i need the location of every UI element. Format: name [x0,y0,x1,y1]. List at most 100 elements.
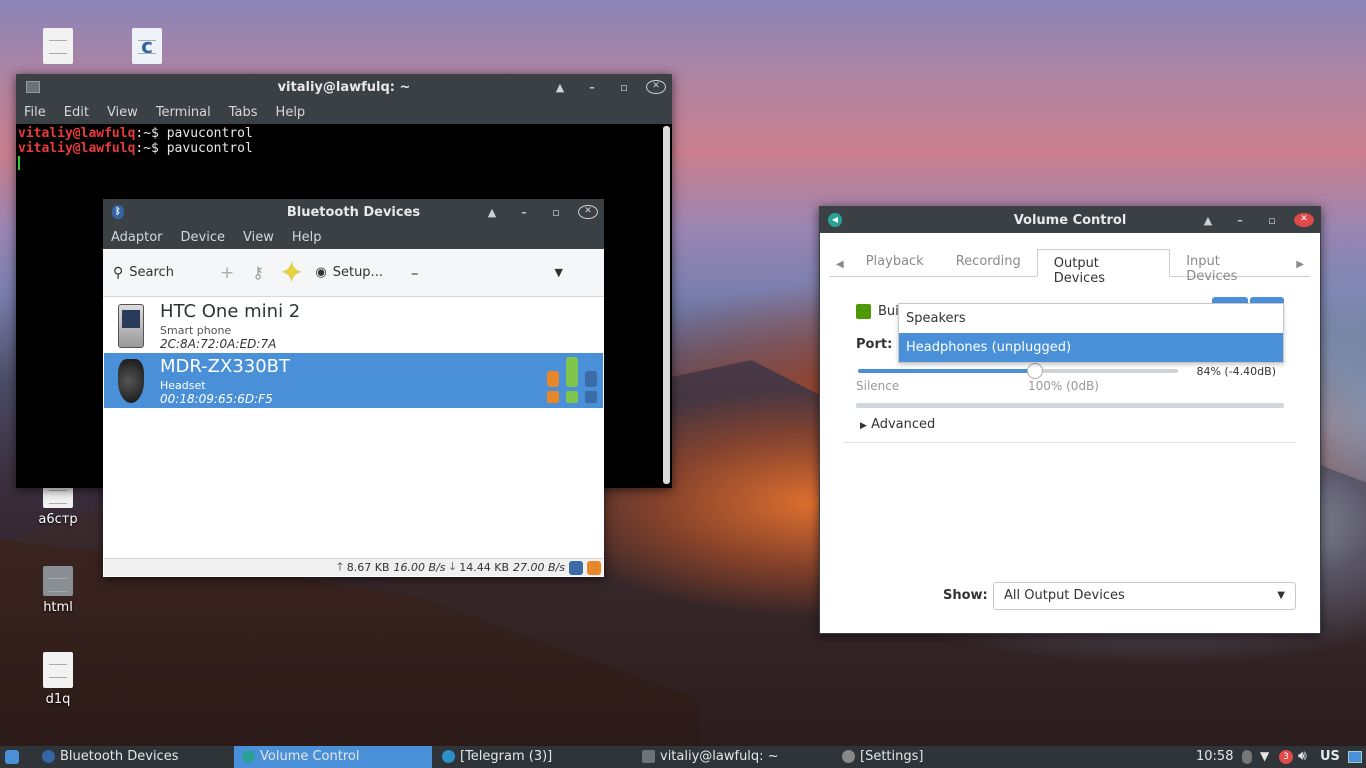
close-icon[interactable]: ✕ [646,80,666,94]
menu-help[interactable]: Help [292,230,322,245]
clock[interactable]: 10:58 [1196,749,1233,764]
port-option-speakers[interactable]: Speakers [899,304,1283,333]
device-row-selected[interactable]: MDR-ZX330BT Headset 00:18:09:65:6D:F5 [104,353,603,408]
volume-titlebar[interactable]: ◀ Volume Control ▲ – ▫ ✕ [820,207,1320,233]
peak-meter [856,403,1284,408]
menu-tabs[interactable]: Tabs [229,105,258,120]
menu-device[interactable]: Device [181,230,225,245]
download-arrow-icon: 🡓 [449,560,456,573]
gear-icon [842,750,855,763]
device-row[interactable]: HTC One mini 2 Smart phone 2C:8A:72:0A:E… [104,298,603,353]
taskbar-item-volume-control[interactable]: Volume Control [234,746,432,768]
key-icon[interactable]: ⚷ [252,263,264,282]
remove-icon[interactable]: – [411,264,419,282]
menu-file[interactable]: File [24,105,46,120]
dropdown-arrow-icon[interactable]: ▼ [554,266,562,279]
telegram-icon [442,750,455,763]
keyboard-layout[interactable]: US [1320,749,1340,764]
tab-recording[interactable]: Recording [940,248,1037,276]
maximize-icon[interactable]: ▫ [614,81,634,94]
telegram-badge[interactable]: 3 [1279,750,1293,764]
show-dropdown[interactable]: All Output Devices ▼ [993,582,1296,610]
taskbar: Bluetooth Devices Volume Control [Telegr… [0,746,1366,768]
headset-icon [118,359,144,403]
taskbar-item-telegram[interactable]: [Telegram (3)] [434,746,632,768]
adapter-icon[interactable] [569,560,583,575]
desktop-icon-file[interactable] [23,28,93,68]
menu-view[interactable]: View [107,105,138,120]
volume-tabs: ◀ Playback Recording Output Devices Inpu… [830,248,1310,286]
taskbar-item-settings[interactable]: [Settings] [834,746,1032,768]
upload-total: 8.67 KB [346,561,390,574]
network-tray-icon[interactable]: ▼ [1260,749,1269,763]
volume-slider[interactable] [858,363,1178,379]
device-address: 00:18:09:65:6D:F5 [160,392,273,406]
port-label: Port: [856,337,893,352]
bluetooth-window[interactable]: ᛒ Bluetooth Devices ▲ – ▫ ✕ Adaptor Devi… [103,199,604,577]
maximize-icon[interactable]: ▫ [546,206,566,219]
terminal-scrollbar[interactable] [663,126,670,484]
minimize-icon[interactable]: – [1230,214,1250,227]
desktop-icon-label: a6cтp [38,512,78,527]
terminal-titlebar[interactable]: vitaliy@lawfulq: ~ ▲ – ▫ ✕ [16,74,672,100]
close-icon[interactable]: ✕ [1294,213,1314,227]
terminal-cursor [18,156,20,170]
desktop-icon-html-folder[interactable]: html [23,566,93,615]
eye-icon: ◉ [315,265,327,280]
desktop-icon-c-source[interactable]: c [112,28,182,68]
tab-playback[interactable]: Playback [850,248,940,276]
maximize-icon[interactable]: ▫ [1262,214,1282,227]
show-desktop-button[interactable] [1348,751,1362,763]
dropdown-arrow-icon: ▼ [1277,590,1285,601]
scale-silence: Silence [856,379,900,393]
device-type: Headset [160,379,206,392]
tab-scroll-right-icon[interactable]: ▶ [1290,253,1310,276]
menu-adaptor[interactable]: Adaptor [111,230,163,245]
volume-slider-handle[interactable] [1027,363,1043,379]
bluetooth-statusbar: 🡑 8.67 KB 16.00 B/s 🡓 14.44 KB 27.00 B/s [104,558,603,576]
terminal-menubar: File Edit View Terminal Tabs Help [16,100,672,124]
show-label: Show: [943,588,988,603]
minimize-icon[interactable]: – [582,81,602,94]
volume-tray-icon[interactable]: 🔊︎ [1298,748,1307,764]
device-name: HTC One mini 2 [160,301,301,322]
terminal-line: vitaliy@lawfulq:~$ pavucontrol [18,126,253,141]
star-icon[interactable]: ✦ [280,256,303,289]
device-icon [856,304,871,319]
shade-icon[interactable]: ▲ [482,206,502,219]
menu-edit[interactable]: Edit [64,105,89,120]
desktop-icon-d1q[interactable]: d1q [23,652,93,707]
taskbar-item-terminal[interactable]: vitaliy@lawfulq: ~ [634,746,832,768]
volume-readout: 84% (-4.40dB) [1196,365,1276,378]
taskbar-item-bluetooth[interactable]: Bluetooth Devices [34,746,232,768]
menu-terminal[interactable]: Terminal [156,105,211,120]
terminal-icon [642,750,655,763]
search-button[interactable]: ⚲ Search [113,265,174,281]
port-dropdown-menu[interactable]: Speakers Headphones (unplugged) [898,303,1284,363]
upload-rate: 16.00 B/s [393,561,446,574]
shade-icon[interactable]: ▲ [550,81,570,94]
volume-control-window[interactable]: ◀ Volume Control ▲ – ▫ ✕ ◀ Playback Reco… [819,206,1321,634]
setup-button[interactable]: ◉ Setup... [315,265,383,280]
port-option-headphones[interactable]: Headphones (unplugged) [899,333,1283,362]
tab-output-devices[interactable]: Output Devices [1036,249,1171,286]
phone-icon [118,304,144,348]
close-icon[interactable]: ✕ [578,205,598,219]
shade-icon[interactable]: ▲ [1198,214,1218,227]
advanced-expander[interactable]: ▶ Advanced [860,417,935,432]
bluetooth-titlebar[interactable]: ᛒ Bluetooth Devices ▲ – ▫ ✕ [103,199,604,225]
terminal-line: vitaliy@lawfulq:~$ pavucontrol [18,141,253,156]
bluetooth-tray-icon[interactable] [1242,750,1252,764]
tab-input-devices[interactable]: Input Devices [1170,248,1290,284]
tab-scroll-left-icon[interactable]: ◀ [830,253,850,276]
download-total: 14.44 KB [459,561,510,574]
minimize-icon[interactable]: – [514,206,534,219]
notification-icon[interactable] [587,560,601,575]
signal-icons [547,357,601,405]
scale-100: 100% (0dB) [1028,379,1099,393]
tx-power-icon [585,371,597,387]
menu-view[interactable]: View [243,230,274,245]
add-icon[interactable]: + [220,263,234,283]
app-menu-icon[interactable] [5,750,19,764]
menu-help[interactable]: Help [276,105,306,120]
